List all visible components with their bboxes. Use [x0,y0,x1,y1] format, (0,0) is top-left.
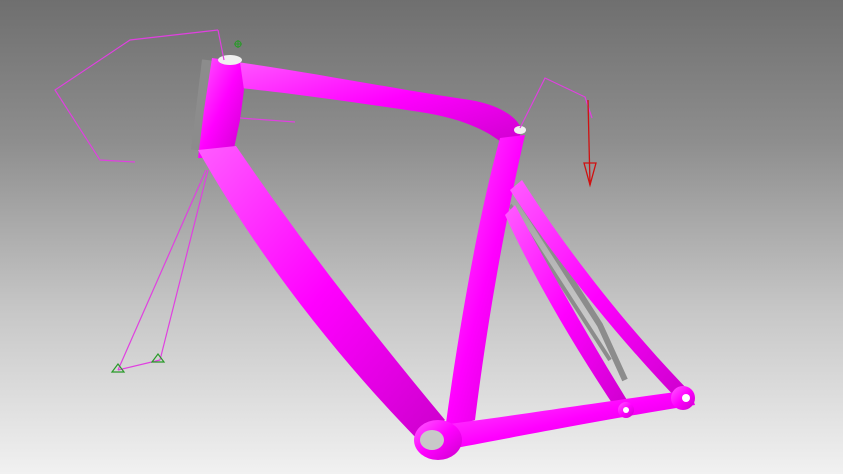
top-tube[interactable] [222,60,522,150]
fork-leg-right [159,169,209,361]
fea-3d-viewport[interactable] [0,0,843,474]
rear-load-path [519,77,593,129]
seat-tube[interactable] [445,135,525,430]
down-tube[interactable] [198,146,445,440]
bottom-bracket-bore [420,430,444,450]
rear-axle-hole [682,394,690,402]
chain-stay[interactable] [440,390,695,450]
stay-bolt-hole [623,407,629,413]
scene-canvas[interactable] [0,0,843,474]
axis-indicator-icon [234,40,242,48]
support-marker-left[interactable] [110,363,126,373]
fork-leg-left [117,169,207,371]
head-tube-top-cap [218,55,242,65]
bike-frame-model[interactable] [198,58,695,460]
head-brace-line [239,117,296,123]
front-load-link [217,29,225,61]
